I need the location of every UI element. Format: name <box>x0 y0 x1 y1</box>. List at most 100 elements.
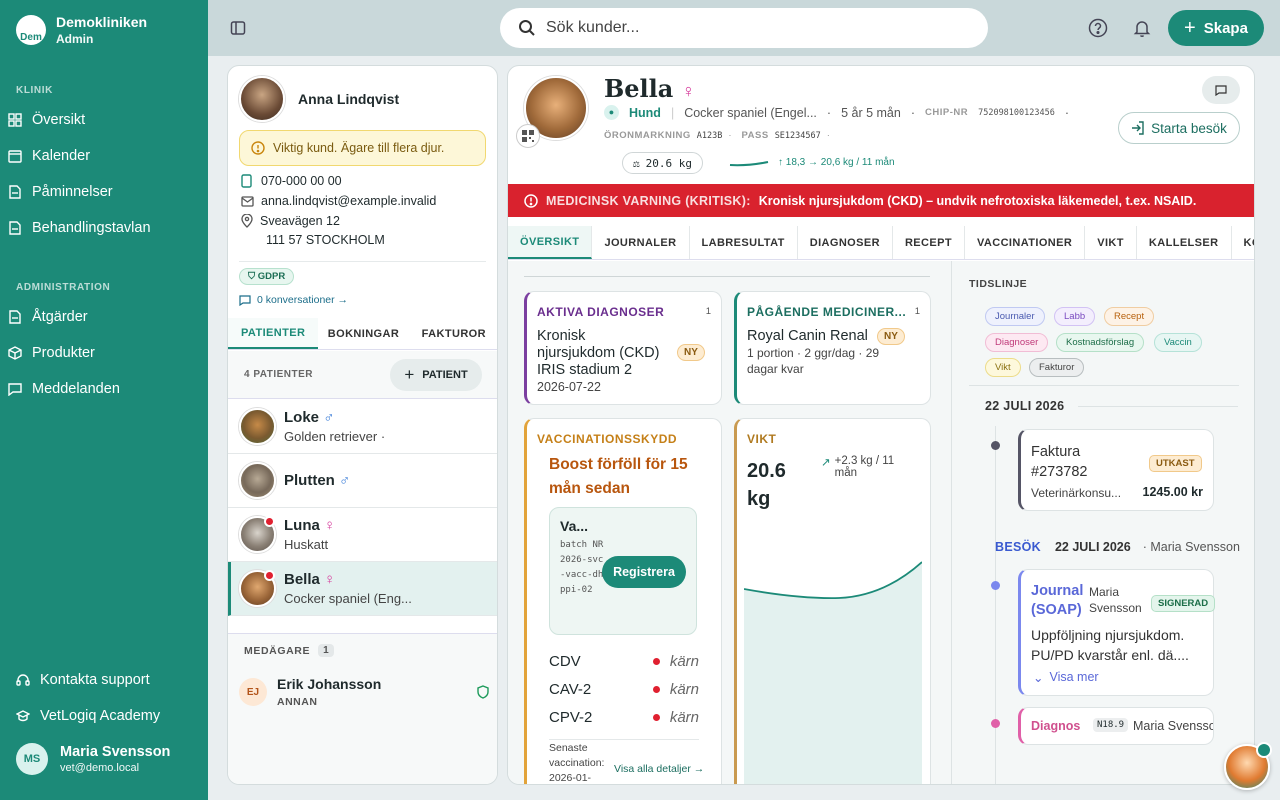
document-icon <box>9 185 21 199</box>
patient-name: Bella ♀ <box>604 74 695 103</box>
owner-tabs: PATIENTER BOKNINGAR FAKTUROR <box>228 318 497 350</box>
chat-button[interactable] <box>1202 76 1240 104</box>
coowner-row[interactable]: EJ Erik Johansson ANNAN <box>239 676 489 708</box>
help-icon[interactable] <box>1087 17 1109 39</box>
weight-change: ↗ +2.3 kg / 11 mån <box>821 455 916 479</box>
gdpr-text: GDPR <box>257 271 286 282</box>
owner-phone[interactable]: 070-000 00 00 <box>241 174 342 188</box>
tab-fakturor[interactable]: FAKTUROR <box>409 318 497 349</box>
conversations-link[interactable]: 0 konversationer → <box>239 294 348 306</box>
bell-icon[interactable] <box>1131 17 1153 39</box>
register-button[interactable]: Registrera <box>602 556 686 588</box>
patient-row-plutten[interactable]: Plutten ♂ <box>228 454 497 508</box>
filter-fakturor[interactable]: Fakturor <box>1029 358 1085 377</box>
sidebar-item-behandlingstavlan[interactable]: Behandlingstavlan <box>8 213 200 243</box>
sidebar-item-label: Åtgärder <box>32 309 88 325</box>
owner-name[interactable]: Anna Lindqvist <box>298 91 399 107</box>
qr-code-icon[interactable] <box>516 124 540 148</box>
tab-oversikt[interactable]: ÖVERSIKT <box>508 226 593 259</box>
support-link[interactable]: Kontakta support <box>16 665 208 695</box>
patient-avatar <box>239 570 276 607</box>
section-label-admin: ADMINISTRATION <box>16 282 111 293</box>
sidebar-item-meddelanden[interactable]: Meddelanden <box>8 374 200 404</box>
active-diagnoses-card[interactable]: AKTIVA DIAGNOSER 1 Kronisk njursjukdom (… <box>524 291 722 405</box>
filter-diagnoser[interactable]: Diagnoser <box>985 333 1049 352</box>
tab-kallelser[interactable]: KALLELSER <box>1137 226 1232 259</box>
tab-labresultat[interactable]: LABRESULTAT <box>690 226 798 259</box>
patient-name: Bella <box>284 571 320 588</box>
patient-tabs: ÖVERSIKT JOURNALER LABRESULTAT DIAGNOSER… <box>508 226 1255 260</box>
invoice-card[interactable]: Faktura #273782 UTKAST Veterinärkonsu...… <box>1018 429 1214 511</box>
sidebar-toggle-icon[interactable] <box>227 17 249 39</box>
alert-text: Kronisk njursjukdom (CKD) – undvik nefro… <box>758 193 1197 208</box>
card-title: VACCINATIONSSKYDD <box>537 432 678 446</box>
filter-kostnadsforslag[interactable]: Kostnadsförslag <box>1056 333 1145 352</box>
brand[interactable]: Dem Demokliniken Admin <box>16 14 147 46</box>
sidebar-item-atgarder[interactable]: Åtgärder <box>8 302 200 332</box>
patient-avatar <box>239 408 276 445</box>
age-text: 5 år 5 mån <box>841 105 901 120</box>
timeline-title: TIDSLINJE <box>969 278 1028 290</box>
sidebar-item-kalender[interactable]: Kalender <box>8 141 200 171</box>
diagnosis-text: Kronisk njursjukdom (CKD) IRIS stadium 2 <box>537 328 660 378</box>
scale-icon: ⚖ <box>633 156 640 170</box>
sidebar-item-oversikt[interactable]: Översikt <box>8 105 200 135</box>
patient-name: Luna <box>284 517 320 534</box>
divider <box>524 276 930 277</box>
calendar-icon <box>8 150 22 163</box>
create-label: Skapa <box>1203 19 1248 37</box>
visit-label: BESÖK <box>995 540 1041 554</box>
sidebar-item-label: Behandlingstavlan <box>32 220 151 236</box>
create-button[interactable]: + Skapa <box>1168 10 1264 46</box>
sidebar-item-produkter[interactable]: Produkter <box>8 338 200 368</box>
weight-card[interactable]: VIKT 20.6 kg ↗ +2.3 kg / 11 mån <box>734 418 931 784</box>
assistant-avatar[interactable] <box>1224 742 1272 790</box>
filter-labb[interactable]: Labb <box>1054 307 1096 326</box>
add-patient-button[interactable]: + PATIENT <box>390 359 482 391</box>
tab-bokningar[interactable]: BOKNINGAR <box>318 318 408 349</box>
grid-icon <box>8 113 22 127</box>
diagnosis-timeline-card[interactable]: Diagnos N18.9 Maria Svensson <box>1018 707 1214 745</box>
current-user[interactable]: MS Maria Svensson vet@demo.local <box>16 743 170 775</box>
coowners-count: 1 <box>318 644 335 657</box>
patient-name-text: Bella <box>604 74 674 103</box>
medication-name: Royal Canin Renal <box>747 328 868 344</box>
show-more-link[interactable]: ⌄ Visa mer <box>1033 670 1099 685</box>
invoice-desc: Veterinärkonsu... <box>1031 486 1122 500</box>
conversations-text: 0 konversationer → <box>257 294 349 306</box>
filter-recept[interactable]: Recept <box>1104 307 1155 326</box>
vaccination-card[interactable]: VACCINATIONSSKYDD Boost förföll för 15 m… <box>524 418 722 784</box>
filter-journaler[interactable]: Journaler <box>985 307 1045 326</box>
patient-avatar <box>239 462 276 499</box>
search-input[interactable]: Sök kunder... <box>500 8 988 48</box>
patient-row-loke[interactable]: Loke ♂ Golden retriever · <box>228 400 497 454</box>
component-row: CPV-2 kärn <box>549 703 699 731</box>
journal-card[interactable]: Journal (SOAP) Maria Svensson SIGNERAD U… <box>1018 569 1216 696</box>
patient-row-luna[interactable]: Luna ♀ Huskatt <box>228 508 497 562</box>
visit-date: 22 JULI 2026 <box>1054 540 1131 554</box>
owner-email[interactable]: anna.lindqvist@example.invalid <box>241 194 436 208</box>
divider <box>969 385 1239 386</box>
tab-recept[interactable]: RECEPT <box>893 226 965 259</box>
alert-dot <box>264 570 275 581</box>
academy-link[interactable]: VetLogiq Academy <box>16 701 208 731</box>
medication-detail: 1 portion · 2 ggr/dag · 29 dagar kvar <box>747 346 880 376</box>
tab-vikt[interactable]: VIKT <box>1085 226 1137 259</box>
start-visit-button[interactable]: Starta besök <box>1118 112 1240 144</box>
female-icon: ♀ <box>324 517 336 534</box>
patient-row-bella[interactable]: Bella ♀ Cocker spaniel (Eng... <box>228 562 497 616</box>
sidebar-item-paminnelser[interactable]: Påminnelser <box>8 177 200 207</box>
tab-diagnoser[interactable]: DIAGNOSER <box>798 226 893 259</box>
tab-kostnads[interactable]: KOSTNADS <box>1232 226 1255 259</box>
patients-header: 4 PATIENTER + PATIENT <box>228 351 497 399</box>
filter-vaccin[interactable]: Vaccin <box>1154 333 1202 352</box>
details-link[interactable]: Visa alla detaljer → <box>614 763 704 775</box>
tab-journaler[interactable]: JOURNALER <box>592 226 690 259</box>
weight-pill[interactable]: ⚖ 20.6 kg <box>622 152 703 174</box>
filter-vikt[interactable]: Vikt <box>985 358 1021 377</box>
weight-change-text: +2.3 kg / 11 mån <box>834 455 895 479</box>
tab-patienter[interactable]: PATIENTER <box>228 318 319 349</box>
chat-icon <box>239 294 251 306</box>
tab-vaccinationer[interactable]: VACCINATIONER <box>965 226 1086 259</box>
medications-card[interactable]: PÅGÅENDE MEDICINER... 1 Royal Canin Rena… <box>734 291 931 405</box>
